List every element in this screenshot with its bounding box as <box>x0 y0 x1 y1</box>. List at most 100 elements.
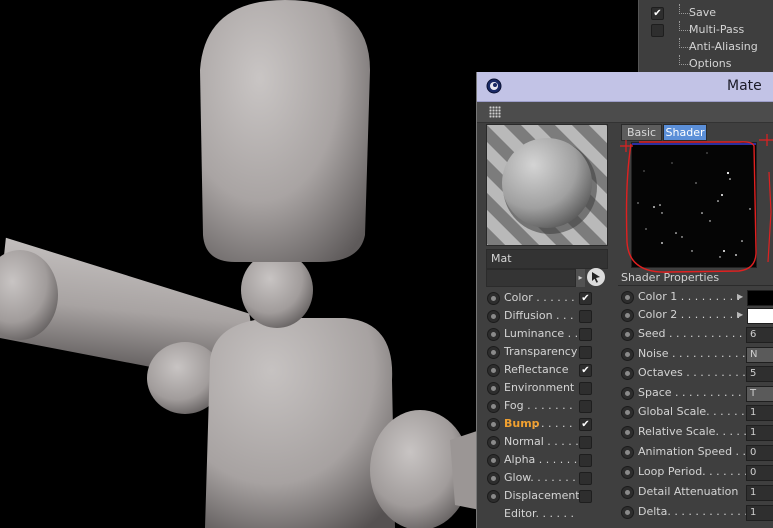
channel-label: Reflectance <box>504 363 569 376</box>
channel-normal[interactable]: Normal . . . . . <box>487 433 593 451</box>
channel-label: Transparency <box>504 345 578 358</box>
channel-radio[interactable] <box>487 418 500 431</box>
prop-noise[interactable]: Noise . . . . . . . . . . . . . N <box>621 345 773 363</box>
render-item-label: Anti-Aliasing <box>689 40 758 53</box>
prop-value-field[interactable]: 6 <box>746 327 773 343</box>
color-swatch[interactable] <box>747 290 773 306</box>
render-item-save[interactable]: ✔ Save <box>639 4 773 21</box>
channel-checkbox[interactable] <box>579 346 592 359</box>
channel-radio[interactable] <box>487 382 500 395</box>
prop-label: Color 2 . . . . . . . . . <box>638 308 741 321</box>
prop-global-scale[interactable]: Global Scale. . . . . . . . 1 <box>621 403 773 421</box>
channel-reflectance[interactable]: Reflectance ✔ <box>487 361 593 379</box>
prop-radio[interactable] <box>621 486 634 499</box>
prop-space[interactable]: Space . . . . . . . . . . . . . T <box>621 384 773 402</box>
prop-loop-period[interactable]: Loop Period. . . . . . . . 0 <box>621 463 773 481</box>
channel-displacement[interactable]: Displacement <box>487 487 593 505</box>
render-item-antialiasing[interactable]: Anti-Aliasing <box>639 38 773 55</box>
prop-detail-attenuation[interactable]: Detail Attenuation 1 <box>621 483 773 501</box>
prop-animation-speed[interactable]: Animation Speed . . . . 0 <box>621 443 773 461</box>
prop-seed[interactable]: Seed . . . . . . . . . . . . . 6 <box>621 325 773 343</box>
prop-value-field[interactable]: 1 <box>746 425 773 441</box>
cinema4d-logo-icon <box>486 78 502 94</box>
render-item-label: Options <box>689 57 732 70</box>
prop-label: Detail Attenuation <box>638 485 739 498</box>
channel-editor[interactable]: Editor. . . . . . <box>487 505 593 523</box>
prop-dropdown[interactable]: N <box>746 347 773 363</box>
render-item-options[interactable]: Options <box>639 55 773 72</box>
channel-checkbox[interactable]: ✔ <box>579 418 592 431</box>
pick-arrow-icon[interactable] <box>587 268 605 286</box>
material-editor-toolbar <box>477 102 773 123</box>
prop-radio[interactable] <box>621 466 634 479</box>
prop-radio[interactable] <box>621 506 634 519</box>
channel-radio[interactable] <box>487 472 500 485</box>
prop-value-field[interactable]: 1 <box>746 505 773 521</box>
channel-checkbox[interactable]: ✔ <box>579 292 592 305</box>
channel-luminance[interactable]: Luminance . . <box>487 325 593 343</box>
prop-radio[interactable] <box>621 291 634 304</box>
channel-glow[interactable]: Glow. . . . . . . <box>487 469 593 487</box>
channel-radio[interactable] <box>487 292 500 305</box>
channel-checkbox[interactable] <box>579 472 592 485</box>
render-item-multipass[interactable]: Multi-Pass <box>639 21 773 38</box>
channel-radio[interactable] <box>487 400 500 413</box>
color-swatch[interactable] <box>747 308 773 324</box>
prop-dropdown[interactable]: T <box>746 386 773 402</box>
prop-delta[interactable]: Delta. . . . . . . . . . . . . 1 <box>621 503 773 521</box>
channel-label: Luminance . . <box>504 327 579 340</box>
material-preview[interactable] <box>486 124 608 246</box>
prop-radio[interactable] <box>621 446 634 459</box>
channel-checkbox[interactable] <box>579 310 592 323</box>
prop-value-field[interactable]: 0 <box>746 445 773 461</box>
prop-relative-scale[interactable]: Relative Scale. . . . . . . 1 <box>621 423 773 441</box>
channel-checkbox[interactable] <box>579 454 592 467</box>
channel-transparency[interactable]: Transparency <box>487 343 593 361</box>
channel-radio[interactable] <box>487 328 500 341</box>
channel-checkbox[interactable]: ✔ <box>579 364 592 377</box>
channel-radio[interactable] <box>487 310 500 323</box>
channel-checkbox[interactable] <box>579 328 592 341</box>
channel-diffusion[interactable]: Diffusion . . . <box>487 307 593 325</box>
material-name-field[interactable]: Mat <box>486 249 608 269</box>
channel-radio[interactable] <box>487 490 500 503</box>
prop-value-field[interactable]: 1 <box>746 485 773 501</box>
arrow-right-icon[interactable]: ▸ <box>576 269 585 287</box>
channel-fog[interactable]: Fog . . . . . . . <box>487 397 593 415</box>
prop-radio[interactable] <box>621 367 634 380</box>
prop-color1[interactable]: Color 1 . . . . . . . . . ▶ <box>621 288 773 306</box>
material-editor-titlebar[interactable]: Mate <box>477 72 773 102</box>
channel-checkbox[interactable] <box>579 490 592 503</box>
channel-radio[interactable] <box>487 346 500 359</box>
channel-color[interactable]: Color . . . . . . ✔ <box>487 289 593 307</box>
expand-arrow-icon[interactable]: ▶ <box>737 306 743 324</box>
channel-label: Displacement <box>504 489 580 502</box>
channel-bump[interactable]: Bump . . . . . . ✔ <box>487 415 593 433</box>
save-checkbox[interactable]: ✔ <box>651 7 664 20</box>
channel-environment[interactable]: Environment <box>487 379 593 397</box>
prop-value-field[interactable]: 0 <box>746 465 773 481</box>
grip-icon[interactable] <box>489 106 501 118</box>
channel-checkbox[interactable] <box>579 436 592 449</box>
prop-label: Noise . . . . . . . . . . . . . <box>638 347 760 360</box>
prop-octaves[interactable]: Octaves . . . . . . . . . . . 5 <box>621 364 773 382</box>
channel-checkbox[interactable] <box>579 400 592 413</box>
channel-alpha[interactable]: Alpha . . . . . . <box>487 451 593 469</box>
prop-radio[interactable] <box>621 309 634 322</box>
prop-label: Animation Speed . . . . <box>638 445 761 458</box>
prop-color2[interactable]: Color 2 . . . . . . . . . ▶ <box>621 306 773 324</box>
prop-radio[interactable] <box>621 348 634 361</box>
prop-radio[interactable] <box>621 387 634 400</box>
prop-value-field[interactable]: 5 <box>746 366 773 382</box>
channel-checkbox[interactable] <box>579 382 592 395</box>
prop-value-field[interactable]: 1 <box>746 405 773 421</box>
expand-arrow-icon[interactable]: ▶ <box>737 288 743 306</box>
channel-radio[interactable] <box>487 454 500 467</box>
channel-radio[interactable] <box>487 436 500 449</box>
prop-radio[interactable] <box>621 406 634 419</box>
multipass-checkbox[interactable] <box>651 24 664 37</box>
prop-radio[interactable] <box>621 328 634 341</box>
channel-radio[interactable] <box>487 364 500 377</box>
prop-radio[interactable] <box>621 426 634 439</box>
material-link-field[interactable] <box>486 269 576 287</box>
